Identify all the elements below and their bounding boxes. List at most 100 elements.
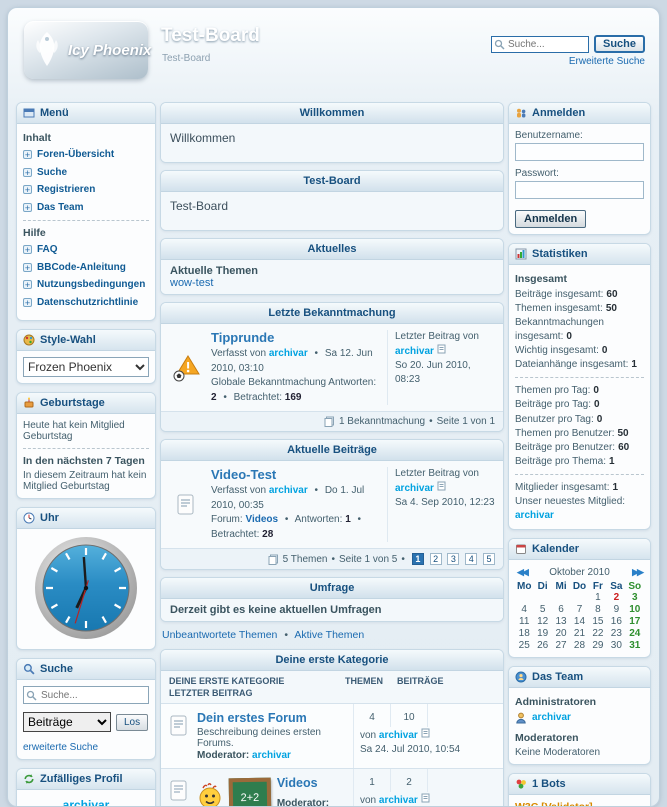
list-item[interactable]: BBCode-Anleitung	[23, 262, 149, 275]
top-search-button[interactable]: Suche	[594, 35, 645, 53]
last-post-author-link[interactable]: archivar	[379, 795, 418, 806]
news-topic-link[interactable]: wow-test	[170, 277, 213, 289]
calendar-day[interactable]: 22	[589, 628, 607, 639]
calendar-day[interactable]: 28	[570, 640, 588, 651]
category-title: Deine erste Kategorie	[161, 650, 503, 671]
page-button[interactable]: 4	[465, 553, 477, 565]
calendar-day[interactable]: 14	[570, 616, 588, 627]
author-link[interactable]: archivar	[269, 485, 308, 496]
last-post-author-link[interactable]: archivar	[395, 483, 434, 494]
list-link[interactable]: Registrieren	[37, 184, 95, 197]
list-link[interactable]: FAQ	[37, 244, 58, 257]
calendar-day[interactable]: 12	[533, 616, 551, 627]
calendar-day[interactable]: 5	[533, 604, 551, 615]
search-go-button[interactable]: Los	[116, 714, 148, 731]
top-search-input[interactable]	[491, 36, 589, 53]
smiley-teacher-icon	[197, 782, 223, 807]
unanswered-topics-link[interactable]: Unbeantwortete Themen	[162, 629, 277, 641]
list-item[interactable]: Registrieren	[23, 184, 149, 197]
list-link[interactable]: Suche	[37, 167, 67, 180]
bot-link[interactable]: W3C [Validator]	[515, 801, 593, 807]
calendar-day[interactable]: 19	[533, 628, 551, 639]
recent-topic-link[interactable]: Video-Test	[211, 467, 276, 482]
sidebar-search-input[interactable]	[23, 686, 149, 704]
search-scope-select[interactable]: Beiträge	[23, 712, 111, 732]
author-link[interactable]: archivar	[269, 348, 308, 359]
page-button[interactable]: 1	[412, 553, 424, 565]
top-search: Suche Erweiterte Suche	[491, 35, 645, 67]
site-logo[interactable]: Icy Phoenix	[24, 21, 148, 79]
calendar-day[interactable]	[533, 592, 551, 603]
calendar-day[interactable]	[515, 592, 533, 603]
calendar-day[interactable]	[570, 592, 588, 603]
calendar-prev-button[interactable]: ◀◀	[517, 567, 527, 578]
admin-link[interactable]: archivar	[532, 712, 571, 723]
calendar-day[interactable]: 29	[589, 640, 607, 651]
active-topics-link[interactable]: Aktive Themen	[294, 629, 364, 641]
list-item[interactable]: Datenschutzrichtlinie	[23, 297, 149, 310]
calendar-day[interactable]: 23	[607, 628, 625, 639]
goto-post-icon[interactable]	[437, 344, 446, 354]
moderator-link[interactable]: archivar	[252, 750, 291, 761]
page-button[interactable]: 2	[430, 553, 442, 565]
calendar-day[interactable]: 2	[607, 592, 625, 603]
forum-link[interactable]: Videos	[245, 514, 278, 525]
calendar-day[interactable]: 3	[626, 592, 644, 603]
calendar-day[interactable]: 20	[552, 628, 570, 639]
goto-post-icon[interactable]	[437, 481, 446, 491]
portlet-title: Uhr	[40, 512, 59, 524]
sidebar-advanced-search-link[interactable]: erweiterte Suche	[23, 742, 98, 753]
page-button[interactable]: 5	[483, 553, 495, 565]
calendar-day[interactable]: 8	[589, 604, 607, 615]
calendar-day[interactable]: 27	[552, 640, 570, 651]
calendar-day[interactable]: 4	[515, 604, 533, 615]
list-link[interactable]: Foren-Übersicht	[37, 149, 114, 162]
login-button[interactable]: Anmelden	[515, 210, 586, 228]
list-link[interactable]: Nutzungsbedingungen	[37, 279, 145, 292]
stat-value: 0	[597, 414, 603, 425]
last-post-author-link[interactable]: archivar	[379, 730, 418, 741]
calendar-day[interactable]: 11	[515, 616, 533, 627]
username-field[interactable]	[515, 143, 644, 161]
bullet: •	[315, 485, 319, 496]
calendar-day[interactable]: 9	[607, 604, 625, 615]
calendar-day[interactable]: 6	[552, 604, 570, 615]
calendar-day[interactable]: 21	[570, 628, 588, 639]
calendar-day[interactable]: 31	[626, 640, 644, 651]
calendar-day[interactable]: 13	[552, 616, 570, 627]
calendar-day[interactable]: 17	[626, 616, 644, 627]
list-item[interactable]: Foren-Übersicht	[23, 149, 149, 162]
calendar-day[interactable]: 26	[533, 640, 551, 651]
list-item[interactable]: Nutzungsbedingungen	[23, 279, 149, 292]
list-item[interactable]: Suche	[23, 167, 149, 180]
calendar-day[interactable]: 10	[626, 604, 644, 615]
goto-post-icon[interactable]	[421, 793, 430, 803]
calendar-day[interactable]: 15	[589, 616, 607, 627]
random-profile-username[interactable]: archivar	[23, 798, 149, 807]
calendar-day[interactable]: 1	[589, 592, 607, 603]
goto-post-icon[interactable]	[421, 728, 430, 738]
password-field[interactable]	[515, 181, 644, 199]
list-item[interactable]: Das Team	[23, 202, 149, 215]
calendar-day[interactable]: 18	[515, 628, 533, 639]
last-post-author-link[interactable]: archivar	[395, 346, 434, 357]
calendar-day[interactable]	[552, 592, 570, 603]
forum-link[interactable]: Dein erstes Forum	[197, 711, 307, 725]
calendar-day[interactable]: 25	[515, 640, 533, 651]
von-label: von	[360, 795, 376, 806]
list-item[interactable]: FAQ	[23, 244, 149, 257]
forum-link[interactable]: Videos	[277, 776, 318, 790]
announcement-topic-link[interactable]: Tipprunde	[211, 330, 274, 345]
style-select[interactable]: Frozen Phoenix	[23, 357, 149, 377]
calendar-day[interactable]: 16	[607, 616, 625, 627]
list-link[interactable]: Das Team	[37, 202, 84, 215]
calendar-day[interactable]: 24	[626, 628, 644, 639]
newest-member-link[interactable]: archivar	[515, 510, 554, 521]
page-button[interactable]: 3	[447, 553, 459, 565]
advanced-search-link[interactable]: Erweiterte Suche	[491, 56, 645, 67]
list-link[interactable]: Datenschutzrichtlinie	[37, 297, 138, 310]
calendar-day[interactable]: 30	[607, 640, 625, 651]
calendar-day[interactable]: 7	[570, 604, 588, 615]
list-link[interactable]: BBCode-Anleitung	[37, 262, 126, 275]
calendar-next-button[interactable]: ▶▶	[632, 567, 642, 578]
